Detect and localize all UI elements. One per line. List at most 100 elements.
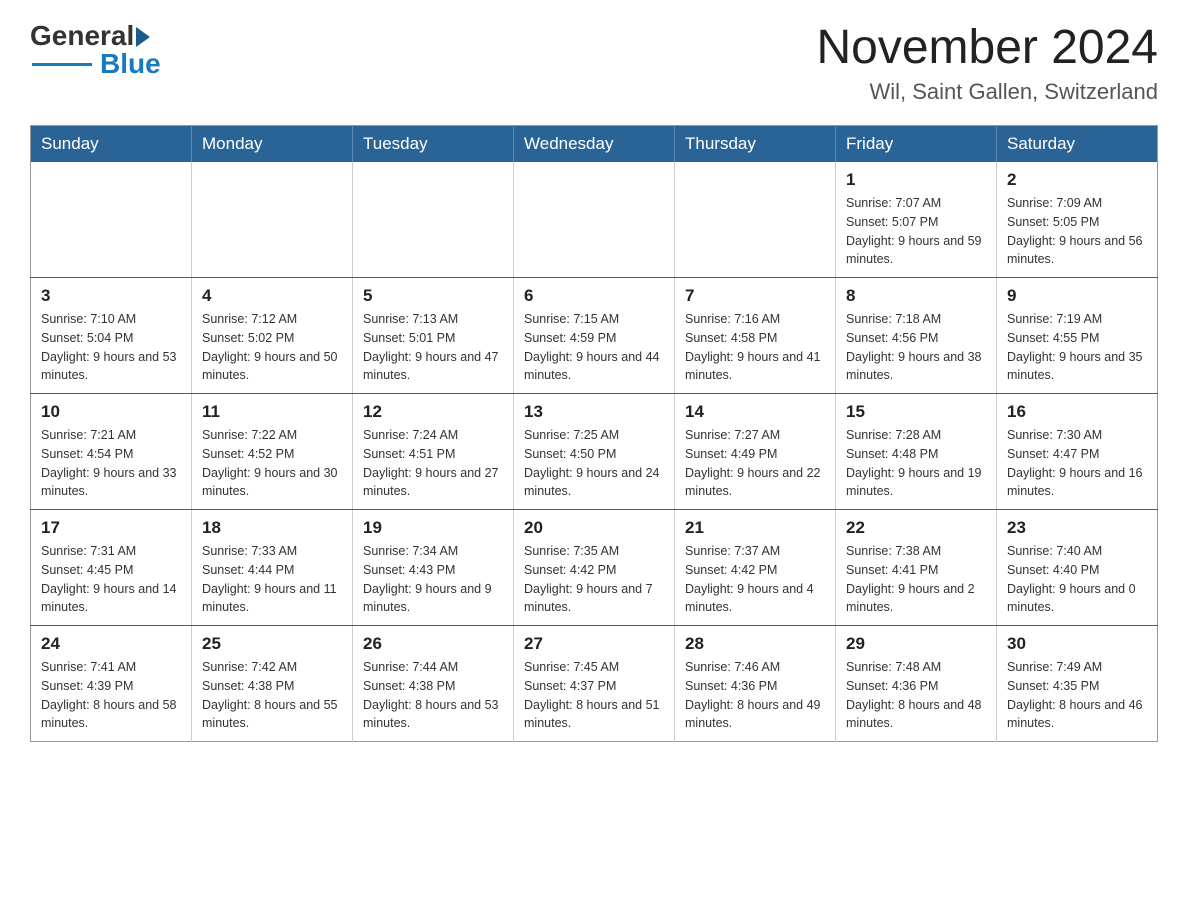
calendar-cell: 25 Sunrise: 7:42 AMSunset: 4:38 PMDayligh… [192, 626, 353, 742]
day-number: 23 [1007, 518, 1147, 538]
calendar-cell: 3Sunrise: 7:10 AMSunset: 5:04 PMDaylight… [31, 278, 192, 394]
day-number: 5 [363, 286, 503, 306]
day-info: Sunrise: 7:40 AMSunset: 4:40 PMDaylight:… [1007, 542, 1147, 617]
day-info: Sunrise: 7:09 AMSunset: 5:05 PMDaylight:… [1007, 194, 1147, 269]
calendar-week-row: 1 Sunrise: 7:07 AMSunset: 5:07 PMDaylight… [31, 162, 1158, 278]
day-number: 21 [685, 518, 825, 538]
day-info: Sunrise: 7:41 AMSunset: 4:39 PMDaylight:… [41, 658, 181, 733]
day-number: 12 [363, 402, 503, 422]
calendar-cell: 13Sunrise: 7:25 AMSunset: 4:50 PMDayligh… [514, 394, 675, 510]
day-info: Sunrise: 7:49 AMSunset: 4:35 PMDaylight:… [1007, 658, 1147, 733]
calendar-cell [31, 162, 192, 278]
calendar-cell: 27 Sunrise: 7:45 AMSunset: 4:37 PMDayligh… [514, 626, 675, 742]
calendar-cell: 11 Sunrise: 7:22 AMSunset: 4:52 PMDayligh… [192, 394, 353, 510]
day-info: Sunrise: 7:07 AMSunset: 5:07 PMDaylight:… [846, 194, 986, 269]
calendar-cell: 29Sunrise: 7:48 AMSunset: 4:36 PMDayligh… [836, 626, 997, 742]
day-number: 14 [685, 402, 825, 422]
day-number: 3 [41, 286, 181, 306]
day-number: 25 [202, 634, 342, 654]
day-info: Sunrise: 7:15 AMSunset: 4:59 PMDaylight:… [524, 310, 664, 385]
day-number: 27 [524, 634, 664, 654]
day-info: Sunrise: 7:24 AMSunset: 4:51 PMDaylight:… [363, 426, 503, 501]
weekday-header-wednesday: Wednesday [514, 126, 675, 163]
calendar-cell: 4 Sunrise: 7:12 AMSunset: 5:02 PMDaylight… [192, 278, 353, 394]
day-number: 7 [685, 286, 825, 306]
title-area: November 2024 Wil, Saint Gallen, Switzer… [816, 20, 1158, 105]
day-number: 2 [1007, 170, 1147, 190]
day-info: Sunrise: 7:35 AMSunset: 4:42 PMDaylight:… [524, 542, 664, 617]
day-number: 1 [846, 170, 986, 190]
calendar-header-row: SundayMondayTuesdayWednesdayThursdayFrid… [31, 126, 1158, 163]
day-number: 22 [846, 518, 986, 538]
weekday-header-monday: Monday [192, 126, 353, 163]
month-title: November 2024 [816, 20, 1158, 75]
calendar-cell [192, 162, 353, 278]
calendar-cell: 7 Sunrise: 7:16 AMSunset: 4:58 PMDaylight… [675, 278, 836, 394]
logo-blue-text: Blue [100, 48, 161, 80]
day-number: 30 [1007, 634, 1147, 654]
calendar-cell: 19Sunrise: 7:34 AMSunset: 4:43 PMDayligh… [353, 510, 514, 626]
day-info: Sunrise: 7:28 AMSunset: 4:48 PMDaylight:… [846, 426, 986, 501]
day-info: Sunrise: 7:13 AMSunset: 5:01 PMDaylight:… [363, 310, 503, 385]
calendar-cell [353, 162, 514, 278]
day-info: Sunrise: 7:45 AMSunset: 4:37 PMDaylight:… [524, 658, 664, 733]
day-info: Sunrise: 7:18 AMSunset: 4:56 PMDaylight:… [846, 310, 986, 385]
day-info: Sunrise: 7:22 AMSunset: 4:52 PMDaylight:… [202, 426, 342, 501]
day-number: 9 [1007, 286, 1147, 306]
logo-arrow-icon [136, 27, 150, 47]
weekday-header-friday: Friday [836, 126, 997, 163]
calendar-cell: 17 Sunrise: 7:31 AMSunset: 4:45 PMDayligh… [31, 510, 192, 626]
calendar-cell: 14 Sunrise: 7:27 AMSunset: 4:49 PMDayligh… [675, 394, 836, 510]
day-number: 6 [524, 286, 664, 306]
calendar-cell: 20Sunrise: 7:35 AMSunset: 4:42 PMDayligh… [514, 510, 675, 626]
calendar-cell: 2 Sunrise: 7:09 AMSunset: 5:05 PMDaylight… [997, 162, 1158, 278]
day-info: Sunrise: 7:21 AMSunset: 4:54 PMDaylight:… [41, 426, 181, 501]
calendar-cell: 18 Sunrise: 7:33 AMSunset: 4:44 PMDayligh… [192, 510, 353, 626]
day-number: 18 [202, 518, 342, 538]
calendar-cell: 16Sunrise: 7:30 AMSunset: 4:47 PMDayligh… [997, 394, 1158, 510]
day-number: 29 [846, 634, 986, 654]
calendar-cell: 28Sunrise: 7:46 AMSunset: 4:36 PMDayligh… [675, 626, 836, 742]
calendar-cell: 26Sunrise: 7:44 AMSunset: 4:38 PMDayligh… [353, 626, 514, 742]
day-number: 11 [202, 402, 342, 422]
calendar-table: SundayMondayTuesdayWednesdayThursdayFrid… [30, 125, 1158, 742]
day-number: 24 [41, 634, 181, 654]
day-info: Sunrise: 7:44 AMSunset: 4:38 PMDaylight:… [363, 658, 503, 733]
calendar-cell: 15 Sunrise: 7:28 AMSunset: 4:48 PMDayligh… [836, 394, 997, 510]
calendar-week-row: 24 Sunrise: 7:41 AMSunset: 4:39 PMDayligh… [31, 626, 1158, 742]
calendar-week-row: 10 Sunrise: 7:21 AMSunset: 4:54 PMDayligh… [31, 394, 1158, 510]
calendar-week-row: 17 Sunrise: 7:31 AMSunset: 4:45 PMDayligh… [31, 510, 1158, 626]
calendar-cell: 6 Sunrise: 7:15 AMSunset: 4:59 PMDaylight… [514, 278, 675, 394]
day-number: 17 [41, 518, 181, 538]
day-info: Sunrise: 7:27 AMSunset: 4:49 PMDaylight:… [685, 426, 825, 501]
page-header: General Blue November 2024 Wil, Saint Ga… [30, 20, 1158, 105]
location-subtitle: Wil, Saint Gallen, Switzerland [816, 79, 1158, 105]
weekday-header-tuesday: Tuesday [353, 126, 514, 163]
day-number: 4 [202, 286, 342, 306]
calendar-cell: 9 Sunrise: 7:19 AMSunset: 4:55 PMDaylight… [997, 278, 1158, 394]
weekday-header-thursday: Thursday [675, 126, 836, 163]
calendar-cell: 1 Sunrise: 7:07 AMSunset: 5:07 PMDaylight… [836, 162, 997, 278]
day-number: 10 [41, 402, 181, 422]
calendar-cell: 30 Sunrise: 7:49 AMSunset: 4:35 PMDayligh… [997, 626, 1158, 742]
day-info: Sunrise: 7:19 AMSunset: 4:55 PMDaylight:… [1007, 310, 1147, 385]
day-info: Sunrise: 7:12 AMSunset: 5:02 PMDaylight:… [202, 310, 342, 385]
day-info: Sunrise: 7:42 AMSunset: 4:38 PMDaylight:… [202, 658, 342, 733]
day-info: Sunrise: 7:30 AMSunset: 4:47 PMDaylight:… [1007, 426, 1147, 501]
calendar-cell: 5 Sunrise: 7:13 AMSunset: 5:01 PMDaylight… [353, 278, 514, 394]
day-info: Sunrise: 7:31 AMSunset: 4:45 PMDaylight:… [41, 542, 181, 617]
calendar-cell: 12 Sunrise: 7:24 AMSunset: 4:51 PMDayligh… [353, 394, 514, 510]
day-number: 15 [846, 402, 986, 422]
calendar-cell: 21Sunrise: 7:37 AMSunset: 4:42 PMDayligh… [675, 510, 836, 626]
weekday-header-saturday: Saturday [997, 126, 1158, 163]
day-info: Sunrise: 7:33 AMSunset: 4:44 PMDaylight:… [202, 542, 342, 617]
day-info: Sunrise: 7:25 AMSunset: 4:50 PMDaylight:… [524, 426, 664, 501]
day-number: 19 [363, 518, 503, 538]
day-info: Sunrise: 7:38 AMSunset: 4:41 PMDaylight:… [846, 542, 986, 617]
weekday-header-sunday: Sunday [31, 126, 192, 163]
calendar-cell: 23 Sunrise: 7:40 AMSunset: 4:40 PMDayligh… [997, 510, 1158, 626]
day-info: Sunrise: 7:16 AMSunset: 4:58 PMDaylight:… [685, 310, 825, 385]
calendar-cell: 22 Sunrise: 7:38 AMSunset: 4:41 PMDayligh… [836, 510, 997, 626]
calendar-cell [675, 162, 836, 278]
logo: General Blue [30, 20, 161, 80]
